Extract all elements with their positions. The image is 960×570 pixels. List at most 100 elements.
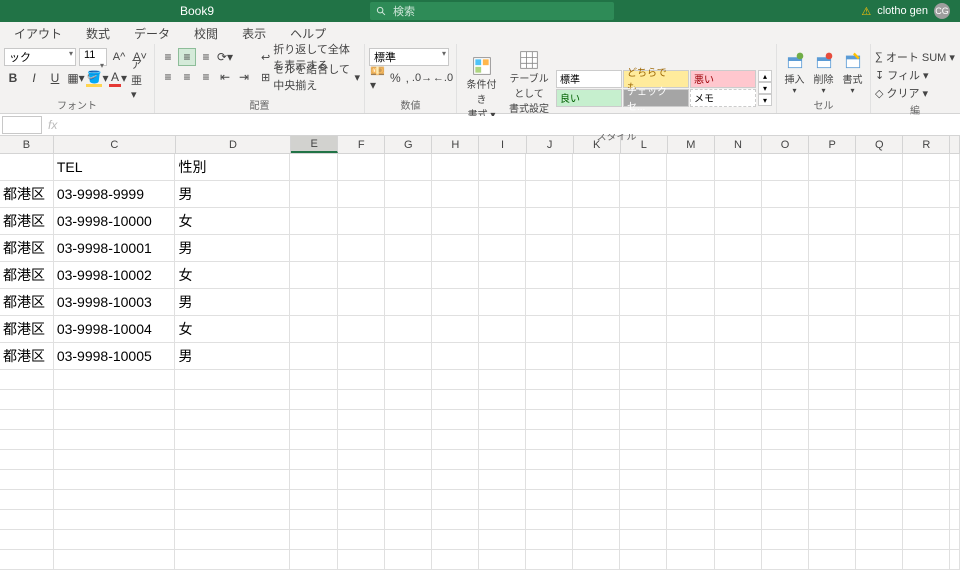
- cell[interactable]: [903, 370, 950, 390]
- table-row[interactable]: 都港区03-9998-10000女: [0, 208, 960, 235]
- cell[interactable]: [54, 470, 176, 490]
- cell[interactable]: [715, 316, 762, 343]
- cell[interactable]: 03-9998-9999: [54, 181, 176, 208]
- cell[interactable]: [573, 530, 620, 550]
- cell[interactable]: [479, 510, 526, 530]
- table-row[interactable]: [0, 490, 960, 510]
- bold-button[interactable]: B: [4, 69, 22, 87]
- cell[interactable]: [432, 530, 479, 550]
- cell[interactable]: [526, 343, 573, 370]
- cell[interactable]: [620, 510, 667, 530]
- cell[interactable]: [620, 530, 667, 550]
- cell[interactable]: [856, 470, 903, 490]
- table-row[interactable]: [0, 510, 960, 530]
- cell[interactable]: [479, 390, 526, 410]
- cell[interactable]: [856, 530, 903, 550]
- cell[interactable]: [903, 470, 950, 490]
- cell[interactable]: [667, 550, 714, 570]
- cell[interactable]: [856, 181, 903, 208]
- cell[interactable]: [715, 510, 762, 530]
- cell[interactable]: [290, 154, 337, 181]
- cell[interactable]: 03-9998-10004: [54, 316, 176, 343]
- cell[interactable]: [856, 390, 903, 410]
- table-row[interactable]: [0, 430, 960, 450]
- clear-button[interactable]: ◇ クリア ▾: [875, 84, 955, 102]
- cell[interactable]: [290, 530, 337, 550]
- table-row[interactable]: 都港区03-9998-10005男: [0, 343, 960, 370]
- cell[interactable]: [479, 154, 526, 181]
- cell[interactable]: [809, 430, 856, 450]
- italic-button[interactable]: I: [25, 69, 43, 87]
- cell[interactable]: [175, 430, 290, 450]
- cell[interactable]: TEL: [54, 154, 176, 181]
- cell[interactable]: [526, 510, 573, 530]
- cell[interactable]: [175, 450, 290, 470]
- cell[interactable]: [175, 470, 290, 490]
- cell[interactable]: [573, 490, 620, 510]
- cell[interactable]: [762, 289, 809, 316]
- cell[interactable]: [715, 181, 762, 208]
- cell[interactable]: [0, 490, 54, 510]
- cell[interactable]: [175, 390, 290, 410]
- cell[interactable]: [620, 370, 667, 390]
- cell[interactable]: [290, 470, 337, 490]
- cell[interactable]: [432, 208, 479, 235]
- cell[interactable]: [573, 316, 620, 343]
- cell[interactable]: [809, 470, 856, 490]
- cell[interactable]: [290, 370, 337, 390]
- cell[interactable]: [432, 470, 479, 490]
- cell[interactable]: [290, 289, 337, 316]
- align-top-icon[interactable]: ≡: [159, 48, 177, 66]
- cell[interactable]: [479, 530, 526, 550]
- column-header-R[interactable]: R: [903, 136, 950, 153]
- style-check[interactable]: チェック セ...: [623, 89, 689, 107]
- cell[interactable]: [620, 470, 667, 490]
- formula-input[interactable]: [63, 116, 960, 134]
- cell[interactable]: 女: [175, 208, 290, 235]
- cell[interactable]: [573, 550, 620, 570]
- cell[interactable]: [432, 316, 479, 343]
- cell[interactable]: [903, 430, 950, 450]
- cell[interactable]: [715, 450, 762, 470]
- cell[interactable]: [0, 154, 54, 181]
- cell[interactable]: [573, 450, 620, 470]
- number-format-select[interactable]: 標準: [369, 48, 449, 66]
- cell[interactable]: [290, 262, 337, 289]
- font-color-button[interactable]: A▾: [109, 69, 127, 87]
- cell[interactable]: [715, 208, 762, 235]
- cell[interactable]: [479, 550, 526, 570]
- align-left-icon[interactable]: ≡: [159, 68, 177, 86]
- cell[interactable]: [573, 208, 620, 235]
- cell[interactable]: [667, 181, 714, 208]
- cell[interactable]: [385, 208, 432, 235]
- cell[interactable]: [903, 262, 950, 289]
- cell[interactable]: [667, 154, 714, 181]
- cell[interactable]: [54, 370, 176, 390]
- cell[interactable]: [385, 316, 432, 343]
- cell[interactable]: [809, 410, 856, 430]
- cell[interactable]: [762, 154, 809, 181]
- cell[interactable]: [762, 510, 809, 530]
- cell[interactable]: [809, 370, 856, 390]
- gallery-more-icon[interactable]: ▾: [758, 94, 772, 106]
- cell[interactable]: [809, 450, 856, 470]
- cell[interactable]: 都港区: [0, 316, 54, 343]
- search-box[interactable]: 検索: [370, 2, 614, 20]
- cell[interactable]: [175, 530, 290, 550]
- cell[interactable]: [762, 235, 809, 262]
- cell[interactable]: [385, 343, 432, 370]
- cell[interactable]: [479, 490, 526, 510]
- cell[interactable]: [526, 316, 573, 343]
- cell[interactable]: [809, 235, 856, 262]
- table-row[interactable]: [0, 530, 960, 550]
- cell[interactable]: [385, 550, 432, 570]
- cell[interactable]: [573, 390, 620, 410]
- cell[interactable]: [526, 490, 573, 510]
- cell[interactable]: [715, 235, 762, 262]
- cell[interactable]: [175, 490, 290, 510]
- cell[interactable]: [432, 410, 479, 430]
- cell[interactable]: [667, 450, 714, 470]
- cell[interactable]: [432, 154, 479, 181]
- column-header-N[interactable]: N: [715, 136, 762, 153]
- cell[interactable]: [526, 370, 573, 390]
